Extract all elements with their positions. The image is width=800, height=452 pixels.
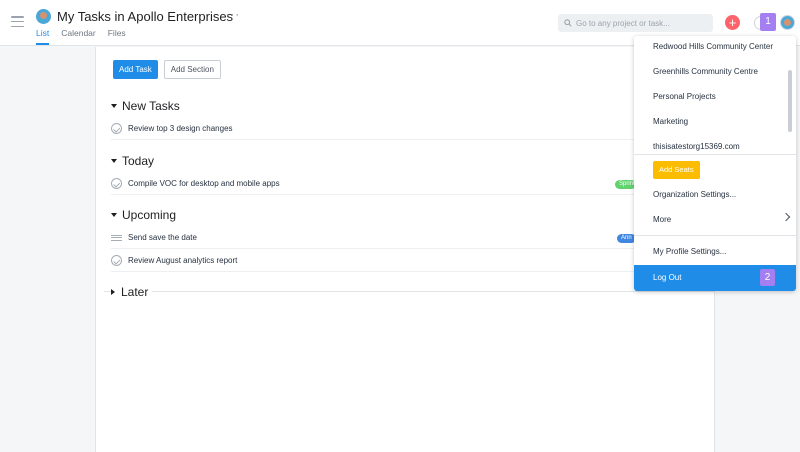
workspace-item[interactable]: Redwood Hills Community Center: [634, 36, 784, 58]
section-header-upcoming[interactable]: Upcoming: [111, 208, 176, 222]
section-header-new-tasks[interactable]: New Tasks: [111, 99, 180, 113]
task-list-panel: Add Task Add Section New Tasks Review to…: [95, 47, 715, 452]
search-box[interactable]: [558, 14, 713, 32]
add-seats-button[interactable]: Add Seats: [653, 161, 700, 179]
task-name: Review August analytics report: [128, 256, 238, 265]
caret-down-icon: [111, 159, 117, 163]
step-marker-1: 1: [760, 13, 776, 31]
page-title: My Tasks in Apollo Enterprises: [57, 9, 234, 24]
search-input[interactable]: [576, 18, 706, 28]
log-out-label: Log Out: [653, 273, 682, 282]
checkmark-icon[interactable]: [111, 178, 122, 189]
section-title: Upcoming: [122, 208, 177, 222]
add-task-button[interactable]: Add Task: [113, 60, 158, 79]
list-toolbar: Add Task Add Section: [113, 60, 221, 79]
profile-settings-item[interactable]: My Profile Settings...: [634, 241, 784, 263]
scrollbar[interactable]: [788, 70, 792, 132]
section-header-today[interactable]: Today: [111, 154, 154, 168]
organization-settings-item[interactable]: Organization Settings...: [634, 184, 784, 206]
view-tabs: List Calendar Files: [36, 28, 126, 45]
checkmark-icon[interactable]: [111, 123, 122, 134]
search-icon: [564, 19, 572, 27]
checkmark-icon[interactable]: [111, 255, 122, 266]
section-divider: [104, 291, 714, 292]
task-row[interactable]: Review top 3 design changes: [111, 118, 711, 140]
project-tag[interactable]: Sprint: [615, 180, 636, 189]
user-avatar[interactable]: [780, 15, 795, 30]
step-marker-2: 2: [760, 269, 775, 286]
task-name: Compile VOC for desktop and mobile apps: [128, 179, 280, 188]
more-options-icon[interactable]: ···: [226, 9, 240, 21]
divider: [634, 154, 796, 155]
section-title: Today: [122, 154, 155, 168]
log-out-item[interactable]: Log Out 2: [634, 265, 796, 291]
workspace-item[interactable]: Greenhills Community Centre: [634, 61, 784, 83]
workspace-avatar: [36, 9, 51, 24]
section-title: Later: [121, 285, 149, 299]
caret-right-icon: [111, 289, 115, 295]
task-row[interactable]: Review August analytics report: [111, 250, 711, 272]
hamburger-menu-icon[interactable]: [11, 16, 24, 27]
section-title: New Tasks: [122, 99, 180, 113]
tab-calendar[interactable]: Calendar: [61, 28, 96, 45]
account-dropdown-menu: Redwood Hills Community Center Greenhill…: [634, 36, 796, 291]
caret-down-icon: [111, 213, 117, 217]
subtasks-icon: [111, 232, 122, 243]
add-section-button[interactable]: Add Section: [163, 60, 221, 79]
quick-add-button[interactable]: +: [725, 15, 740, 30]
divider: [634, 235, 796, 236]
tab-list[interactable]: List: [36, 28, 50, 45]
task-name: Review top 3 design changes: [128, 124, 233, 133]
more-item[interactable]: More: [634, 209, 784, 231]
section-header-later[interactable]: Later: [111, 285, 153, 299]
tab-files[interactable]: Files: [108, 28, 126, 45]
workspace-item[interactable]: Personal Projects: [634, 86, 784, 108]
task-name: Send save the date: [128, 233, 197, 242]
workspace-item[interactable]: Marketing: [634, 111, 784, 133]
caret-down-icon: [111, 104, 117, 108]
